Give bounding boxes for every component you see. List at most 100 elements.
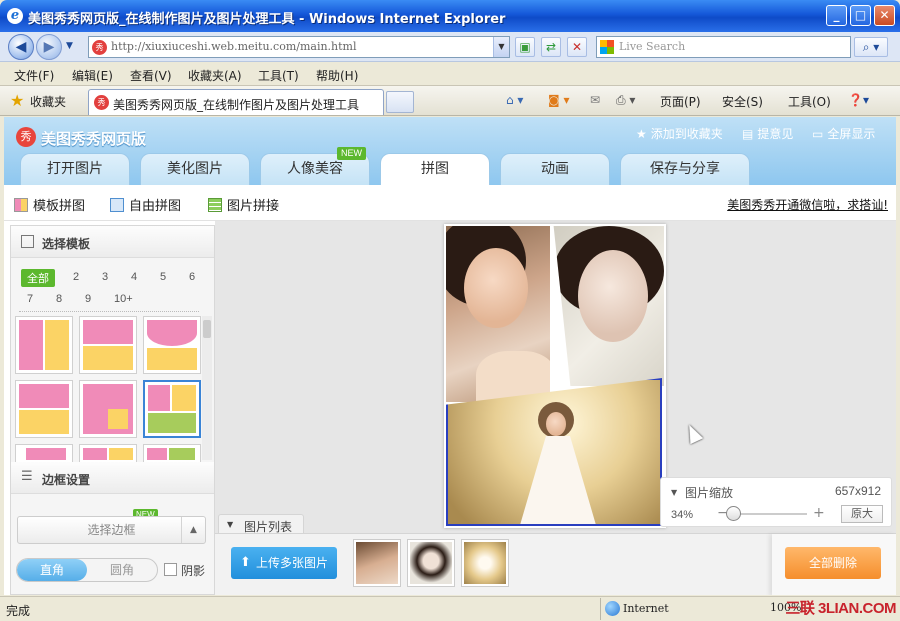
browser-tab[interactable]: 秀 美图秀秀网页版_在线制作图片及图片处理工具 bbox=[88, 89, 384, 115]
star-icon: ★ bbox=[636, 127, 647, 141]
template-thumb[interactable] bbox=[79, 316, 137, 374]
menu-edit[interactable]: 编辑(E) bbox=[72, 67, 113, 84]
tab-beautify[interactable]: 美化图片 bbox=[140, 153, 250, 185]
wechat-promo-link[interactable]: 美图秀秀开通微信啦，求搭讪! bbox=[727, 196, 888, 213]
zoom-panel: ▼ 图片缩放 657x912 34% − + 原大 bbox=[660, 477, 892, 527]
image-thumb-1[interactable] bbox=[353, 539, 401, 587]
address-url[interactable]: http://xiuxiuceshi.web.meitu.com/main.ht… bbox=[111, 40, 357, 53]
menu-tools[interactable]: 工具(T) bbox=[258, 67, 299, 84]
template-thumb[interactable] bbox=[79, 444, 137, 462]
refresh-icon[interactable]: ⇄ bbox=[541, 37, 561, 57]
collapse-icon: ▼ bbox=[227, 520, 234, 529]
address-bar[interactable]: 秀 http://xiuxiuceshi.web.meitu.com/main.… bbox=[88, 36, 510, 58]
zoom-in-icon[interactable]: + bbox=[813, 505, 825, 521]
original-size-button[interactable]: 原大 bbox=[841, 505, 883, 523]
subtab-free-collage[interactable]: 自由拼图 bbox=[110, 195, 181, 214]
filter-3[interactable]: 3 bbox=[102, 271, 108, 283]
upload-label: 上传多张图片 bbox=[256, 556, 329, 570]
tools-menu[interactable]: 工具(O) bbox=[788, 93, 831, 110]
corner-style-toggle[interactable]: 直角 圆角 bbox=[16, 558, 158, 582]
favorites-tab-bar: ★ 收藏夹 秀 美图秀秀网页版_在线制作图片及图片处理工具 ⌂ ▾ ◙ ▾ ✉ … bbox=[0, 86, 900, 116]
zoom-percent: 34% bbox=[671, 509, 694, 521]
border-panel-title: 边框设置 bbox=[42, 473, 91, 487]
filter-5[interactable]: 5 bbox=[160, 271, 166, 283]
history-dropdown-icon[interactable]: ▼ bbox=[66, 41, 73, 51]
tab-open-image[interactable]: 打开图片 bbox=[20, 153, 130, 185]
filter-8[interactable]: 8 bbox=[56, 293, 62, 305]
scroll-thumb[interactable] bbox=[203, 320, 211, 338]
filter-9[interactable]: 9 bbox=[85, 293, 91, 305]
corner-round-option[interactable]: 圆角 bbox=[87, 559, 157, 581]
address-dropdown-icon[interactable]: ▼ bbox=[493, 37, 509, 57]
page-menu[interactable]: 页面(P) bbox=[660, 93, 701, 110]
dropdown-arrow-icon[interactable]: ▲ bbox=[181, 517, 205, 543]
favorites-label[interactable]: 收藏夹 bbox=[30, 93, 66, 110]
menu-help[interactable]: 帮助(H) bbox=[316, 67, 358, 84]
forward-button[interactable]: ▶ bbox=[36, 34, 62, 60]
new-tab-button[interactable] bbox=[386, 91, 414, 113]
filter-6[interactable]: 6 bbox=[189, 271, 195, 283]
image-thumb-3[interactable] bbox=[461, 539, 509, 587]
template-thumb[interactable] bbox=[79, 380, 137, 438]
filter-7[interactable]: 7 bbox=[27, 293, 33, 305]
image-thumb-2[interactable] bbox=[407, 539, 455, 587]
navigation-bar: ◀ ▶ ▼ 秀 http://xiuxiuceshi.web.meitu.com… bbox=[0, 32, 900, 62]
favorites-star-icon[interactable]: ★ bbox=[10, 91, 24, 110]
tab-save-share[interactable]: 保存与分享 bbox=[620, 153, 750, 185]
search-placeholder: Live Search bbox=[619, 40, 686, 53]
safety-menu[interactable]: 安全(S) bbox=[722, 93, 763, 110]
close-button[interactable]: ✕ bbox=[874, 5, 895, 26]
add-bookmark-link[interactable]: ★ 添加到收藏夹 bbox=[636, 125, 723, 142]
menu-file[interactable]: 文件(F) bbox=[14, 67, 54, 84]
feeds-icon[interactable]: ◙ ▾ bbox=[548, 93, 569, 107]
feedback-link[interactable]: ▤ 提意见 bbox=[742, 125, 793, 142]
filter-2[interactable]: 2 bbox=[73, 271, 79, 283]
collapse-icon[interactable]: ▼ bbox=[671, 488, 677, 497]
template-thumb[interactable] bbox=[15, 316, 73, 374]
menu-favorites[interactable]: 收藏夹(A) bbox=[188, 67, 242, 84]
template-thumb[interactable] bbox=[15, 444, 73, 462]
tab-animation[interactable]: 动画 bbox=[500, 153, 610, 185]
tab-collage[interactable]: 拼图 bbox=[380, 153, 490, 185]
meitu-logo-icon: 秀 bbox=[16, 127, 36, 147]
template-scrollbar[interactable] bbox=[202, 316, 212, 460]
help-icon[interactable]: ❓▾ bbox=[848, 93, 869, 107]
collage-photo-2[interactable] bbox=[553, 226, 664, 386]
mail-icon[interactable]: ✉ bbox=[590, 93, 600, 107]
print-icon[interactable]: ⎙ ▾ bbox=[616, 93, 635, 108]
security-zone[interactable]: Internet bbox=[600, 598, 760, 620]
home-icon[interactable]: ⌂ ▾ bbox=[506, 93, 523, 107]
window-titlebar: e 美图秀秀网页版_在线制作图片及图片处理工具 - Windows Intern… bbox=[0, 0, 900, 32]
corner-square-option[interactable]: 直角 bbox=[17, 559, 87, 581]
template-thumb-selected[interactable] bbox=[143, 380, 201, 438]
upload-images-button[interactable]: ⬆ 上传多张图片 bbox=[231, 547, 337, 579]
fullscreen-link[interactable]: ▭ 全屏显示 bbox=[812, 125, 875, 142]
shadow-checkbox[interactable] bbox=[164, 563, 177, 576]
ie-logo-icon: e bbox=[7, 8, 23, 24]
live-search-box[interactable]: Live Search bbox=[596, 36, 851, 58]
zoom-slider[interactable]: − + bbox=[713, 505, 825, 523]
subtab-stitch[interactable]: 图片拼接 bbox=[208, 195, 279, 214]
template-thumb[interactable] bbox=[15, 380, 73, 438]
menu-view[interactable]: 查看(V) bbox=[130, 67, 172, 84]
filter-all[interactable]: 全部 bbox=[21, 269, 55, 287]
filter-10-plus[interactable]: 10+ bbox=[114, 293, 133, 305]
back-button[interactable]: ◀ bbox=[8, 34, 34, 60]
delete-all-button[interactable]: 全部删除 bbox=[785, 547, 881, 579]
status-text: 完成 bbox=[6, 604, 31, 618]
template-thumb[interactable] bbox=[143, 444, 201, 462]
minimize-button[interactable]: _ bbox=[826, 5, 847, 26]
search-button[interactable]: ⌕ ▾ bbox=[854, 37, 888, 57]
compatibility-view-icon[interactable]: ▣ bbox=[515, 37, 535, 57]
select-border-dropdown[interactable]: 选择边框 ▲ bbox=[17, 516, 206, 544]
filter-4[interactable]: 4 bbox=[131, 271, 137, 283]
collage-canvas: ▼ 图片缩放 657x912 34% − + 原大 bbox=[215, 221, 896, 539]
stop-icon[interactable]: ✕ bbox=[567, 37, 587, 57]
collage-photo-1[interactable] bbox=[446, 226, 550, 402]
template-thumb[interactable] bbox=[143, 316, 201, 374]
collage-preview[interactable] bbox=[444, 224, 666, 528]
maximize-button[interactable]: □ bbox=[850, 5, 871, 26]
subtab-template-collage[interactable]: 模板拼图 bbox=[14, 195, 85, 214]
zoom-knob[interactable] bbox=[726, 506, 741, 521]
image-list-tab[interactable]: ▼ 图片列表 bbox=[218, 514, 304, 534]
